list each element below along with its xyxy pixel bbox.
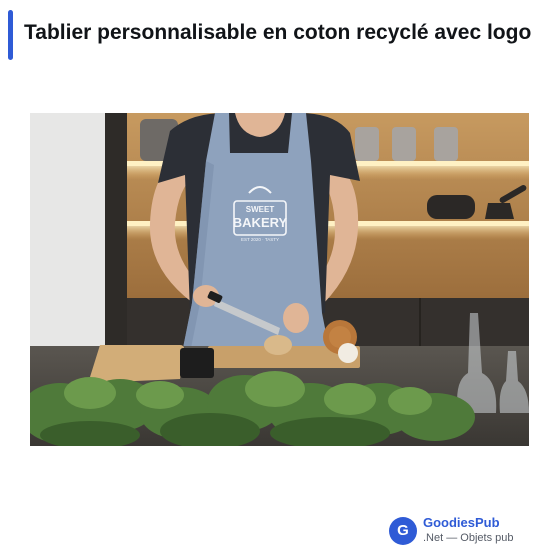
brand-signature[interactable]: G GoodiesPub .Net — Objets pub [389, 515, 549, 549]
product-photo: SWEET BAKERY EST 2020 · TASTY [30, 113, 529, 446]
brand-name: GoodiesPub [423, 515, 500, 530]
apron-logo-line1: SWEET [246, 205, 275, 214]
title-accent-bar [8, 10, 13, 60]
brand-tagline: .Net — Objets pub [423, 532, 514, 544]
page-title: Tablier personnalisable en coton recyclé… [24, 21, 532, 44]
apron-logo-line3: EST 2020 · TASTY [241, 237, 279, 242]
apron-logo-line2: BAKERY [233, 215, 288, 230]
product-image[interactable]: SWEET BAKERY EST 2020 · TASTY [30, 113, 529, 446]
brand-logo-icon: G [389, 517, 417, 545]
title-bar: Tablier personnalisable en coton recyclé… [0, 8, 560, 60]
